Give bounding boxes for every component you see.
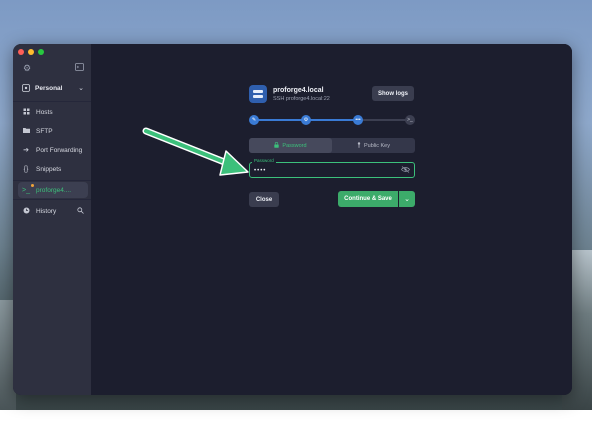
lock-icon	[274, 141, 280, 150]
host-address: SSH proforge4.local:22	[273, 96, 330, 102]
sidebar-item-label: History	[36, 207, 57, 215]
continue-save-button[interactable]: Continue & Save	[338, 191, 398, 207]
clock-icon	[22, 207, 30, 216]
host-name: proforge4.local	[273, 87, 324, 94]
tab-public-key-label: Public Key	[364, 142, 390, 149]
sidebar-item-port-forwarding[interactable]: ➔ Port Forwarding	[18, 142, 88, 158]
vault-icon	[22, 79, 30, 97]
sidebar-item-history[interactable]: History	[18, 203, 88, 219]
sidebar-divider	[13, 199, 91, 200]
folder-icon	[22, 127, 30, 135]
key-icon	[357, 141, 361, 150]
tab-password[interactable]: Password	[249, 138, 332, 153]
tab-password-label: Password	[282, 142, 307, 149]
sidebar-item-label: SFTP	[36, 127, 53, 135]
sidebar: ⚙ Personal ⌄ Hosts SFTP ➔ Port Forwardin…	[13, 44, 91, 395]
password-field-label: Password	[252, 158, 276, 163]
terminal-prompt-icon: >_	[22, 186, 30, 194]
step-gear-icon: ⚙	[301, 115, 311, 125]
hosts-icon	[22, 108, 30, 117]
eye-slash-icon[interactable]	[401, 166, 410, 175]
vault-selector[interactable]: Personal ⌄	[18, 80, 88, 96]
sidebar-item-label: Snippets	[36, 165, 62, 173]
show-logs-button[interactable]: Show logs	[372, 86, 414, 101]
settings-icon[interactable]: ⚙	[22, 63, 32, 73]
window-controls	[18, 49, 44, 55]
connection-panel: proforge4.local SSH proforge4.local:22 S…	[91, 44, 572, 395]
auth-method-tabs: Password Public Key	[249, 138, 415, 153]
maximize-window-button[interactable]	[38, 49, 44, 55]
braces-icon: {}	[23, 165, 29, 173]
vault-label: Personal	[35, 84, 63, 92]
close-window-button[interactable]	[18, 49, 24, 55]
sidebar-item-label: Hosts	[36, 108, 53, 116]
search-icon[interactable]	[76, 206, 84, 216]
connection-progress: ✎ ⚙ ••• >_	[249, 114, 415, 126]
arrow-right-icon: ➔	[23, 147, 29, 154]
terminal-icon[interactable]	[74, 63, 84, 73]
save-options-dropdown[interactable]: ⌄	[399, 191, 415, 207]
sidebar-item-snippets[interactable]: {} Snippets	[18, 161, 88, 177]
step-link-icon: ✎	[249, 115, 259, 125]
password-field[interactable]: ••••	[249, 162, 415, 178]
chevron-down-icon: ⌄	[78, 85, 84, 92]
sidebar-item-sftp[interactable]: SFTP	[18, 123, 88, 139]
tab-public-key[interactable]: Public Key	[332, 138, 415, 153]
connecting-status-dot	[31, 184, 34, 187]
sidebar-divider	[13, 180, 91, 181]
server-icon	[249, 85, 267, 103]
progress-line-pending	[357, 119, 410, 121]
session-label: proforge4....	[36, 186, 72, 194]
chevron-down-icon: ⌄	[404, 196, 410, 203]
step-terminal-icon: >_	[405, 115, 415, 125]
close-button[interactable]: Close	[249, 192, 279, 207]
sidebar-item-hosts[interactable]: Hosts	[18, 104, 88, 120]
sidebar-session-proforge4[interactable]: >_ proforge4....	[18, 182, 88, 198]
minimize-window-button[interactable]	[28, 49, 34, 55]
sidebar-divider	[13, 101, 91, 102]
password-value[interactable]: ••••	[254, 168, 266, 174]
step-dots-icon: •••	[353, 115, 363, 125]
sidebar-item-label: Port Forwarding	[36, 146, 83, 154]
app-window: ⚙ Personal ⌄ Hosts SFTP ➔ Port Forwardin…	[13, 44, 572, 395]
